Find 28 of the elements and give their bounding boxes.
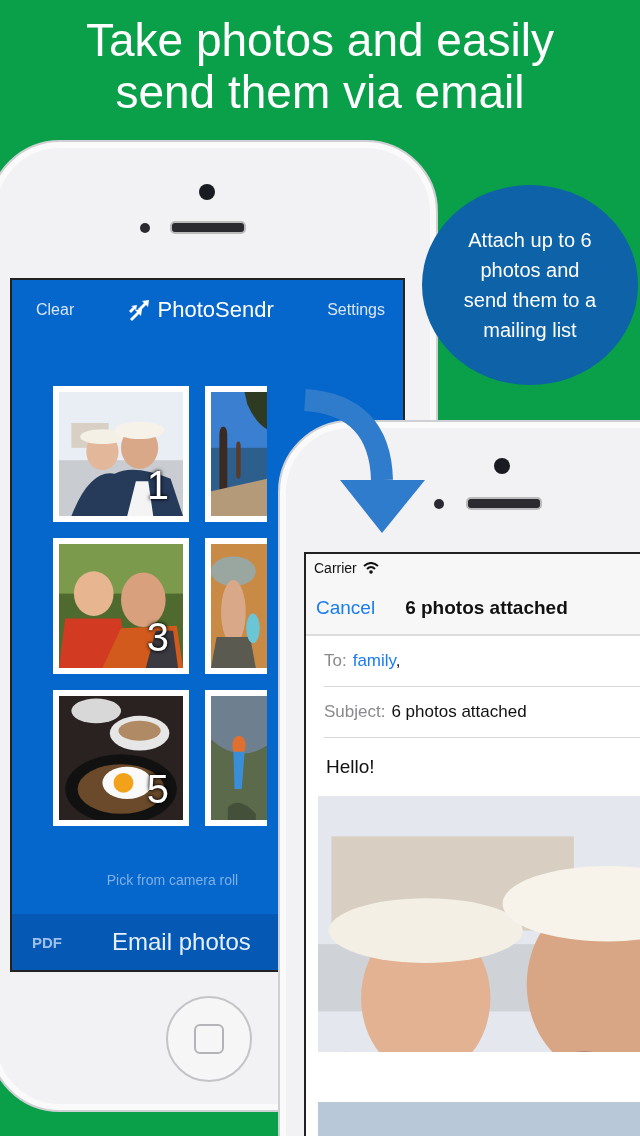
- photo-frame[interactable]: [205, 690, 267, 826]
- sensor-dot: [434, 499, 444, 509]
- logo-icon: [127, 299, 150, 321]
- pdf-button[interactable]: PDF: [32, 933, 62, 951]
- app-title: PhotoSendr: [157, 297, 274, 323]
- email-button[interactable]: Email photos: [112, 928, 251, 956]
- to-label: To:: [324, 651, 347, 671]
- mail-title: 6 photos attached: [405, 597, 568, 619]
- clear-button[interactable]: Clear: [36, 301, 75, 319]
- photo-number: 1: [146, 463, 169, 508]
- recipient-token[interactable]: family,: [352, 651, 401, 671]
- photo-frame[interactable]: 5: [53, 690, 189, 826]
- message-body[interactable]: Hello!: [326, 738, 640, 796]
- subject-field[interactable]: 6 photos attached: [391, 702, 527, 722]
- subject-label: Subject:: [324, 702, 386, 722]
- photo-frame[interactable]: 1: [53, 386, 189, 522]
- settings-button[interactable]: Settings: [327, 301, 385, 319]
- camera-lens: [494, 458, 510, 474]
- photo-number: 5: [146, 767, 169, 812]
- headline: Take photos and easily send them via email: [85, 14, 555, 118]
- photo-frame[interactable]: [205, 386, 267, 522]
- wifi-icon: [362, 562, 379, 574]
- callout-bubble: Attach up to 6 photos and send them to a mailing list: [422, 185, 638, 385]
- cancel-button[interactable]: Cancel: [316, 597, 376, 619]
- carrier-label: Carrier: [314, 560, 357, 576]
- sensor-dot: [140, 223, 150, 233]
- photo-frame[interactable]: [205, 538, 267, 674]
- camera-lens: [199, 184, 215, 200]
